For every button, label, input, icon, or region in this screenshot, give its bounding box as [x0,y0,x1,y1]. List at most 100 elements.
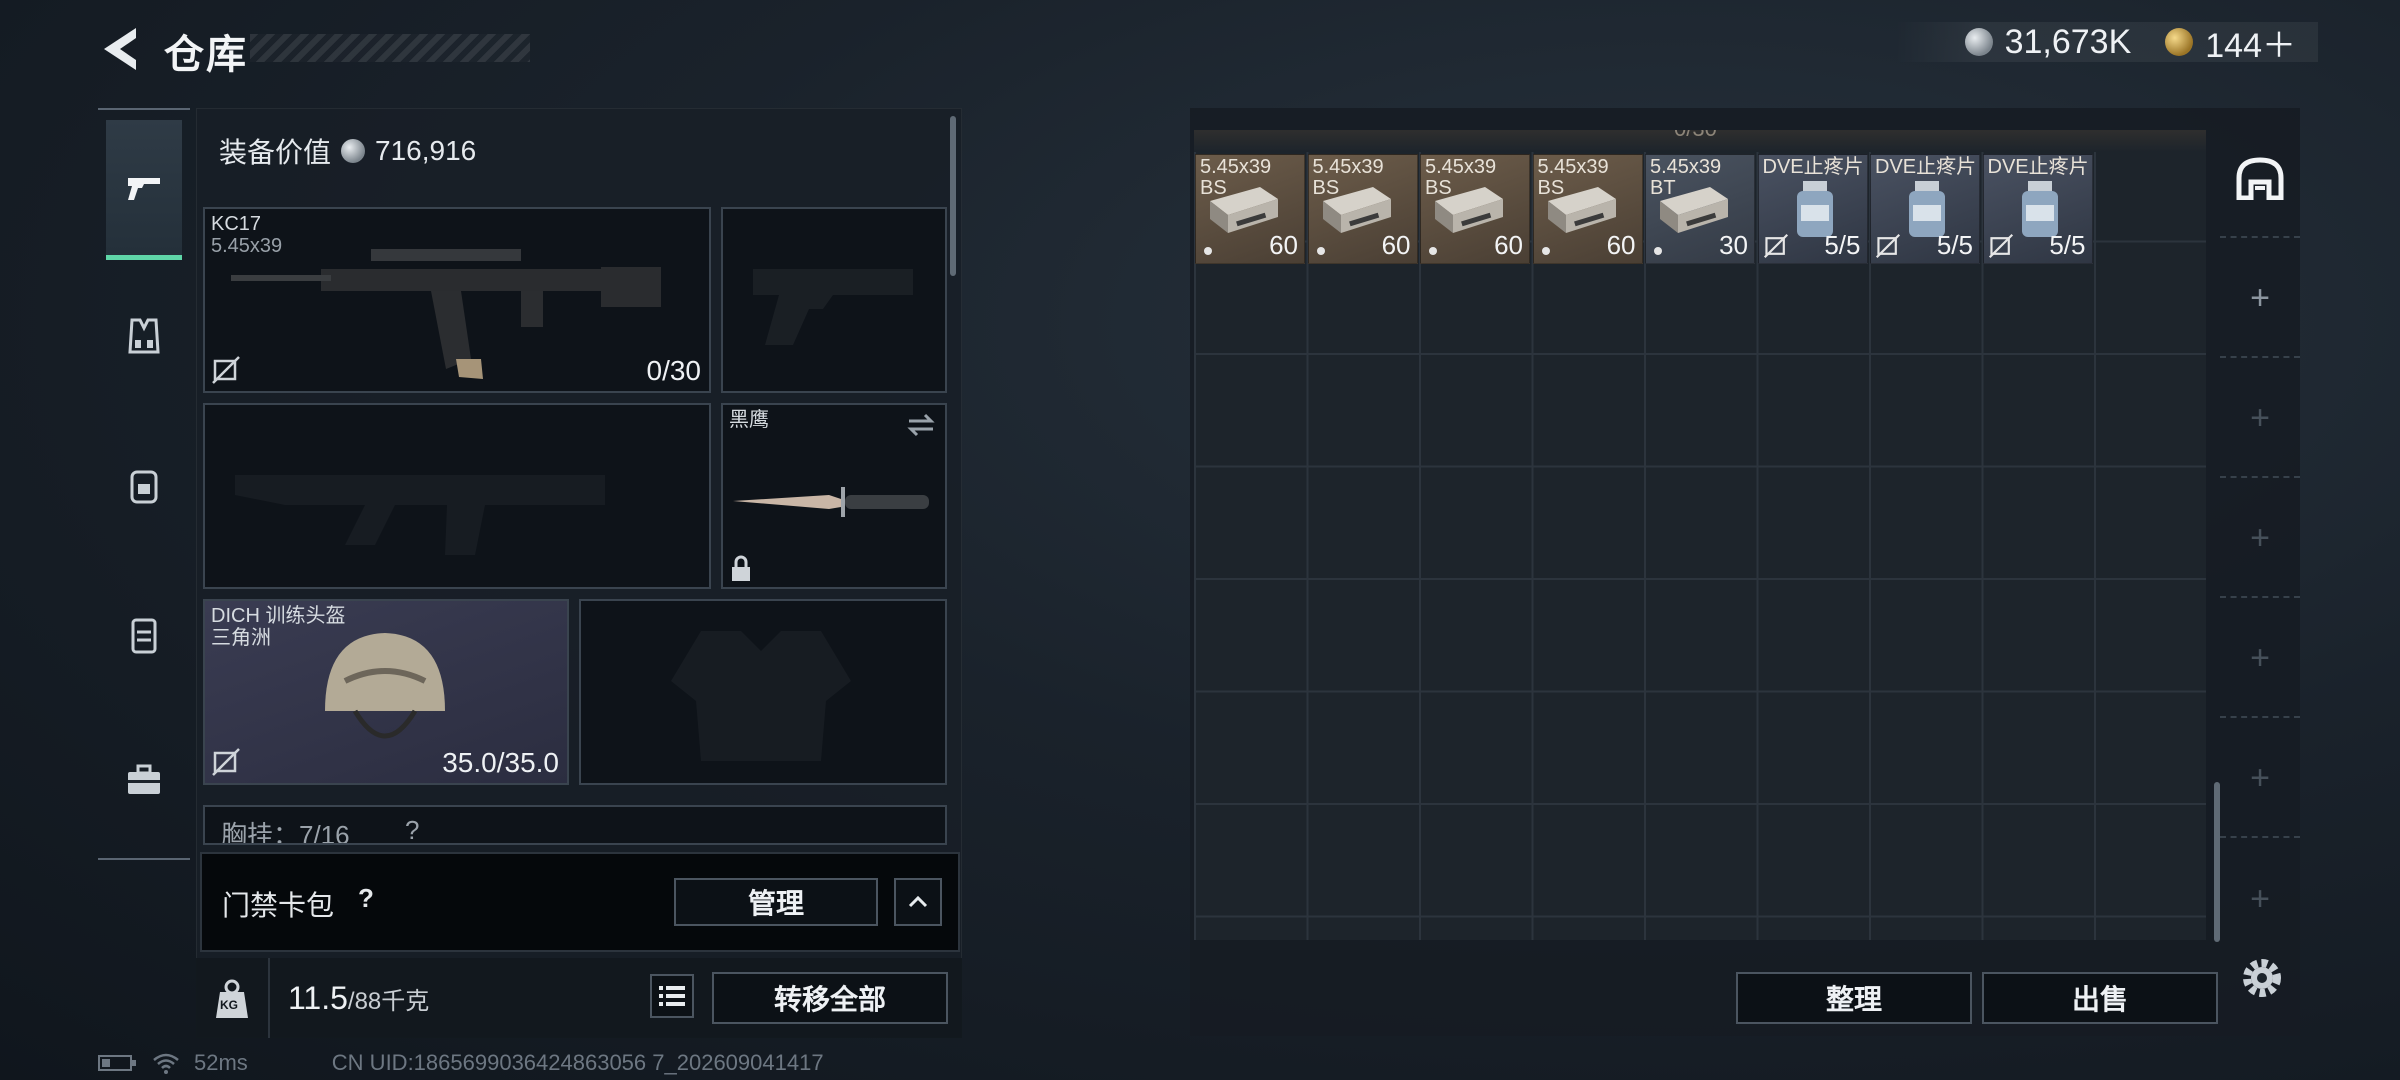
back-arrow-icon [104,28,136,70]
no-insure-icon [1988,233,2013,259]
storage-panel: 0/30 5.45x39BS605.45x39BS605.45x39BS605.… [1190,108,2300,1036]
slot-sidearm[interactable] [721,207,947,393]
storage-item[interactable]: 5.45x39 BT 30 [1645,154,1755,264]
rail-add-6[interactable]: + [2220,840,2300,958]
no-insure-icon [212,748,240,776]
briefcase-icon [128,764,160,794]
vest-icon [128,318,160,354]
tab-weapons[interactable] [106,120,182,260]
rifle-image [231,249,661,379]
status-dot-icon [1541,247,1550,255]
gear-icon [2243,959,2281,997]
silver-coin-icon [341,139,366,163]
transfer-all-button[interactable]: 转移全部 [712,972,948,1024]
title-decoration [250,34,530,62]
gold-currency-value[interactable]: 144＋ [2205,18,2296,67]
storage-scrollbar[interactable] [2214,782,2220,942]
item-name: DVE止疼片 [1875,156,1977,178]
rail-add-1[interactable]: + [2220,240,2300,358]
storage-item[interactable]: DVE止疼片 5/5 [1982,154,2093,264]
weight-icon-text: KG [220,998,238,1012]
swap-icon[interactable] [905,411,937,439]
equipment-value: 装备价值 716,916 [219,131,476,171]
item-subname: BS [1312,177,1340,199]
tab-vest[interactable] [106,266,182,406]
equipment-value-label: 装备价值 [219,137,332,168]
list-view-button[interactable] [650,974,694,1018]
silver-currency-value: 31,673K [2004,22,2132,61]
loadout-scrollbar[interactable] [950,116,956,276]
weight-current: 11.5 [288,980,348,1016]
status-dot-icon [1316,247,1325,255]
storage-item[interactable]: 5.45x39 BS 60 [1307,154,1418,264]
item-quantity: 5/5 [1936,230,1973,260]
slot-secondary-weapon[interactable] [203,403,711,589]
pistol-silhouette-icon [753,269,913,345]
melee-name: 黑鹰 [729,409,769,431]
status-dot-icon [1654,247,1662,255]
rail-add-3[interactable]: + [2220,480,2300,598]
divider [268,958,270,1038]
rifle-silhouette-icon [235,475,605,555]
slot-helmet[interactable]: DICH 训练头盔 三角洲 35.0/35.0 [203,599,569,785]
back-button[interactable] [96,22,144,76]
container-rail: + + + + + + [2210,120,2310,940]
armor-silhouette-icon [671,631,851,761]
storage-item[interactable]: 5.45x39 BS 60 [1420,154,1530,264]
slot-chest-rig[interactable]: 胸挂：7/16 ? [203,805,947,845]
slot-melee[interactable]: 黑鹰 [721,403,947,589]
chest-rig-hint: ? [405,815,420,845]
help-icon[interactable]: ? [346,878,386,918]
weight-bar: KG 11.5 /88千克 转移全部 [196,958,962,1038]
weight-max: /88千克 [347,988,430,1015]
keycard-label: 门禁卡包 [222,890,335,921]
rail-add-5[interactable]: + [2220,720,2300,838]
sort-button[interactable]: 整理 [1736,972,1972,1024]
sell-button[interactable]: 出售 [1982,972,2218,1024]
keycard-bar: 门禁卡包 ? 管理 [200,852,960,952]
weight-readout: 11.5 /88千克 [288,980,429,1017]
warehouse-icon [2236,157,2284,200]
rail-add-4[interactable]: + [2220,600,2300,718]
rail-storage-tab[interactable] [2220,120,2300,238]
tab-container[interactable] [106,566,182,706]
item-quantity: 60 [1381,230,1411,260]
manage-button[interactable]: 管理 [674,878,878,926]
item-subname: BS [1425,177,1452,199]
knife-image [733,487,929,517]
page-title: 仓库 [164,33,248,77]
equipment-value-amount: 716,916 [375,135,477,166]
storage-item[interactable]: DVE止疼片 5/5 [1870,154,1980,264]
category-rail [98,108,190,860]
grid-top-partial-row: 0/30 [1194,130,2206,152]
partial-count: 0/30 [1674,130,1717,142]
chevron-up-icon [908,895,928,908]
storage-item[interactable]: DVE止疼片 5/5 [1757,154,1868,264]
battery-icon [98,1055,136,1071]
no-insure-icon [1763,233,1788,259]
helmet-image [325,633,445,739]
storage-item[interactable]: 5.45x39 BS 60 [1532,154,1643,264]
slot-body-armor[interactable] [579,599,947,785]
rail-add-2[interactable]: + [2220,360,2300,478]
item-subname: BS [1537,177,1565,199]
storage-grid[interactable]: 0/30 5.45x39BS605.45x39BS605.45x39BS605.… [1194,130,2206,940]
expand-button[interactable] [894,878,942,926]
list-icon [659,986,685,1006]
tab-toolbox[interactable] [106,710,182,850]
item-quantity: 60 [1494,230,1523,260]
item-quantity: 5/5 [2049,230,2086,260]
slot-primary-weapon[interactable]: KC17 5.45x39 0/30 [203,207,711,393]
item-name: 5.45x39 [1312,156,1384,178]
status-dot-icon [1204,247,1212,255]
case-icon [131,618,157,654]
item-quantity: 5/5 [1824,230,1861,260]
weapon-ammo-count: 0/30 [646,355,702,386]
storage-item[interactable]: 5.45x39 BS 60 [1195,154,1305,264]
chest-rig-label: 胸挂：7/16 [221,820,350,845]
item-quantity: 60 [1606,230,1636,260]
settings-button[interactable] [2234,950,2290,1006]
item-name: 5.45x39 [1537,156,1609,178]
weight-icon: KG [212,978,252,1020]
tab-backpack[interactable] [106,416,182,556]
